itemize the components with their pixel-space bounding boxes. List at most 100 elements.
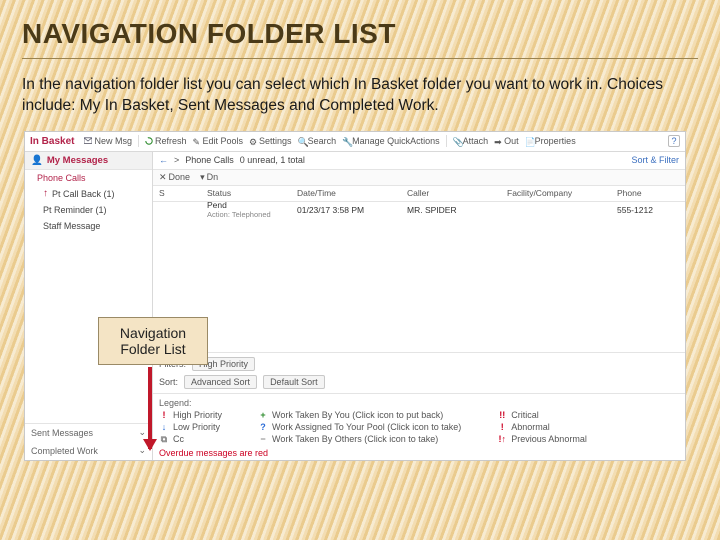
settings-button[interactable]: ⚙Settings — [249, 136, 292, 146]
app-screenshot: In Basket New Msg Refresh ✎Edit Pools ⚙S… — [24, 131, 686, 461]
person-icon: 👤 — [31, 155, 43, 166]
col-facility[interactable]: Facility/Company — [507, 188, 617, 198]
breadcrumb-bar: ← > Phone Calls 0 unread, 1 total Sort &… — [153, 152, 685, 170]
toolbar: In Basket New Msg Refresh ✎Edit Pools ⚙S… — [25, 132, 685, 152]
nav-heading-my-messages[interactable]: 👤 My Messages — [25, 152, 152, 170]
done-label: Done — [169, 172, 191, 182]
nav-item-completed-work[interactable]: Completed Work⌄ — [25, 442, 152, 460]
legend-item: −Work Taken By Others (Click icon to tak… — [258, 434, 461, 444]
dn-label: Dn — [207, 172, 219, 182]
nav-item-label: Sent Messages — [31, 428, 93, 438]
callout-arrow — [148, 367, 152, 449]
nav-item-sent-messages[interactable]: Sent Messages ⌄ — [25, 424, 152, 442]
quick-actions-button[interactable]: 🔧Manage QuickActions — [342, 136, 440, 146]
arrow-up-icon: ↑ — [43, 188, 48, 199]
list-action-bar: ✕ Done ▾ Dn — [153, 170, 685, 186]
default-sort-button[interactable]: Default Sort — [263, 375, 325, 389]
legend-item: !! Critical — [497, 410, 587, 420]
legend-panel: Legend: !High Priority ↓Low Priority ⧉Cc… — [153, 393, 685, 460]
folder-counts: 0 unread, 1 total — [240, 155, 305, 165]
nav-item-label: Pt Call Back (1) — [52, 189, 115, 199]
cell-caller: MR. SPIDER — [407, 205, 507, 215]
table-row[interactable]: Pend Action: Telephoned 01/23/17 3:58 PM… — [153, 202, 685, 218]
nav-item-staff-message[interactable]: Staff Message — [25, 218, 152, 234]
legend-col-3: !! Critical ! Abnormal !↑ Previous Abnormal — [497, 410, 587, 445]
question-icon: ? — [258, 422, 268, 432]
properties-label: Properties — [535, 136, 576, 146]
mail-icon — [84, 137, 92, 145]
nav-item-label: Staff Message — [43, 221, 100, 231]
folder-name: Phone Calls — [185, 155, 234, 165]
nav-item-phone-calls[interactable]: Phone Calls — [25, 170, 152, 186]
cell-phone: 555-1212 — [617, 205, 679, 215]
out-button[interactable]: ➡Out — [494, 136, 519, 146]
out-label: Out — [504, 136, 519, 146]
separator — [138, 135, 139, 147]
refresh-button[interactable]: Refresh — [145, 136, 187, 146]
callout-text: Navigation Folder List — [99, 325, 207, 357]
col-caller[interactable]: Caller — [407, 188, 507, 198]
legend-item: ! High Priority — [159, 410, 222, 420]
nav-item-pt-reminder[interactable]: Pt Reminder (1) — [25, 202, 152, 218]
legend-item: + Work Taken By You (Click icon to put ba… — [258, 410, 461, 420]
critical-icon: !! — [497, 410, 507, 420]
search-icon: 🔍 — [298, 137, 306, 145]
slide-description: In the navigation folder list you can se… — [22, 75, 698, 117]
nav-footer: Sent Messages ⌄ Completed Work⌄ — [25, 423, 152, 460]
legend-text: Work Taken By You (Click icon to put bac… — [272, 410, 443, 420]
help-button[interactable]: ? — [668, 135, 680, 147]
document-icon: 📄 — [525, 137, 533, 145]
nav-heading-label: My Messages — [47, 155, 108, 166]
nav-item-pt-call-back[interactable]: ↑ Pt Call Back (1) — [25, 186, 152, 202]
new-msg-button[interactable]: New Msg — [84, 136, 132, 146]
col-status[interactable]: Status — [207, 188, 297, 198]
wrench-icon: 🔧 — [342, 137, 350, 145]
legend-text: High Priority — [173, 410, 222, 420]
arrow-down-icon: ↓ — [159, 422, 169, 432]
attach-button[interactable]: 📎Attach — [453, 136, 489, 146]
legend-text: Abnormal — [511, 422, 550, 432]
attach-label: Attach — [463, 136, 489, 146]
edit-pools-button[interactable]: ✎Edit Pools — [193, 136, 244, 146]
prev-abnormal-icon: !↑ — [497, 434, 507, 444]
status-value: Pend — [207, 200, 297, 210]
legend-text: Critical — [511, 410, 539, 420]
nav-item-label: Completed Work — [31, 446, 98, 456]
plus-icon: + — [258, 410, 268, 420]
col-datetime[interactable]: Date/Time — [297, 188, 407, 198]
nav-item-label: Phone Calls — [37, 173, 86, 183]
properties-button[interactable]: 📄Properties — [525, 136, 576, 146]
empty-rows — [153, 218, 685, 352]
cc-icon: ⧉ — [159, 434, 169, 445]
sort-filter-button[interactable]: Sort & Filter — [631, 155, 679, 165]
legend-text: Work Assigned To Your Pool (Click icon t… — [272, 422, 461, 432]
legend-text: Low Priority — [173, 422, 220, 432]
legend-text: Work Taken By Others (Click icon to take… — [272, 434, 438, 444]
attach-icon: 📎 — [453, 137, 461, 145]
filters-panel: Filters: High Priority Sort: Advanced So… — [153, 352, 685, 393]
settings-label: Settings — [259, 136, 292, 146]
legend-item: ↓ Low Priority — [159, 422, 222, 432]
col-phone[interactable]: Phone — [617, 188, 679, 198]
advanced-sort-button[interactable]: Advanced Sort — [184, 375, 257, 389]
legend-item: ! Abnormal — [497, 422, 587, 432]
exclaim-icon: ! — [159, 410, 169, 420]
search-button[interactable]: 🔍Search — [298, 136, 337, 146]
back-button[interactable]: ← — [159, 155, 168, 165]
legend-text: Previous Abnormal — [511, 434, 587, 444]
edit-pools-label: Edit Pools — [203, 136, 244, 146]
nav-item-label: Pt Reminder (1) — [43, 205, 107, 215]
legend-item: !↑ Previous Abnormal — [497, 434, 587, 444]
dn-button[interactable]: ▾ Dn — [200, 172, 218, 183]
abnormal-icon: ! — [497, 422, 507, 432]
done-button[interactable]: ✕ Done — [159, 172, 190, 183]
minus-icon: − — [258, 434, 268, 444]
legend-item: ? Work Assigned To Your Pool (Click icon … — [258, 422, 461, 432]
search-label: Search — [308, 136, 337, 146]
separator — [446, 135, 447, 147]
chevron-down-icon: ⌄ — [138, 427, 146, 438]
col-s[interactable]: S — [159, 188, 207, 198]
refresh-label: Refresh — [155, 136, 187, 146]
new-msg-label: New Msg — [94, 136, 132, 146]
sort-label: Sort: — [159, 377, 178, 387]
